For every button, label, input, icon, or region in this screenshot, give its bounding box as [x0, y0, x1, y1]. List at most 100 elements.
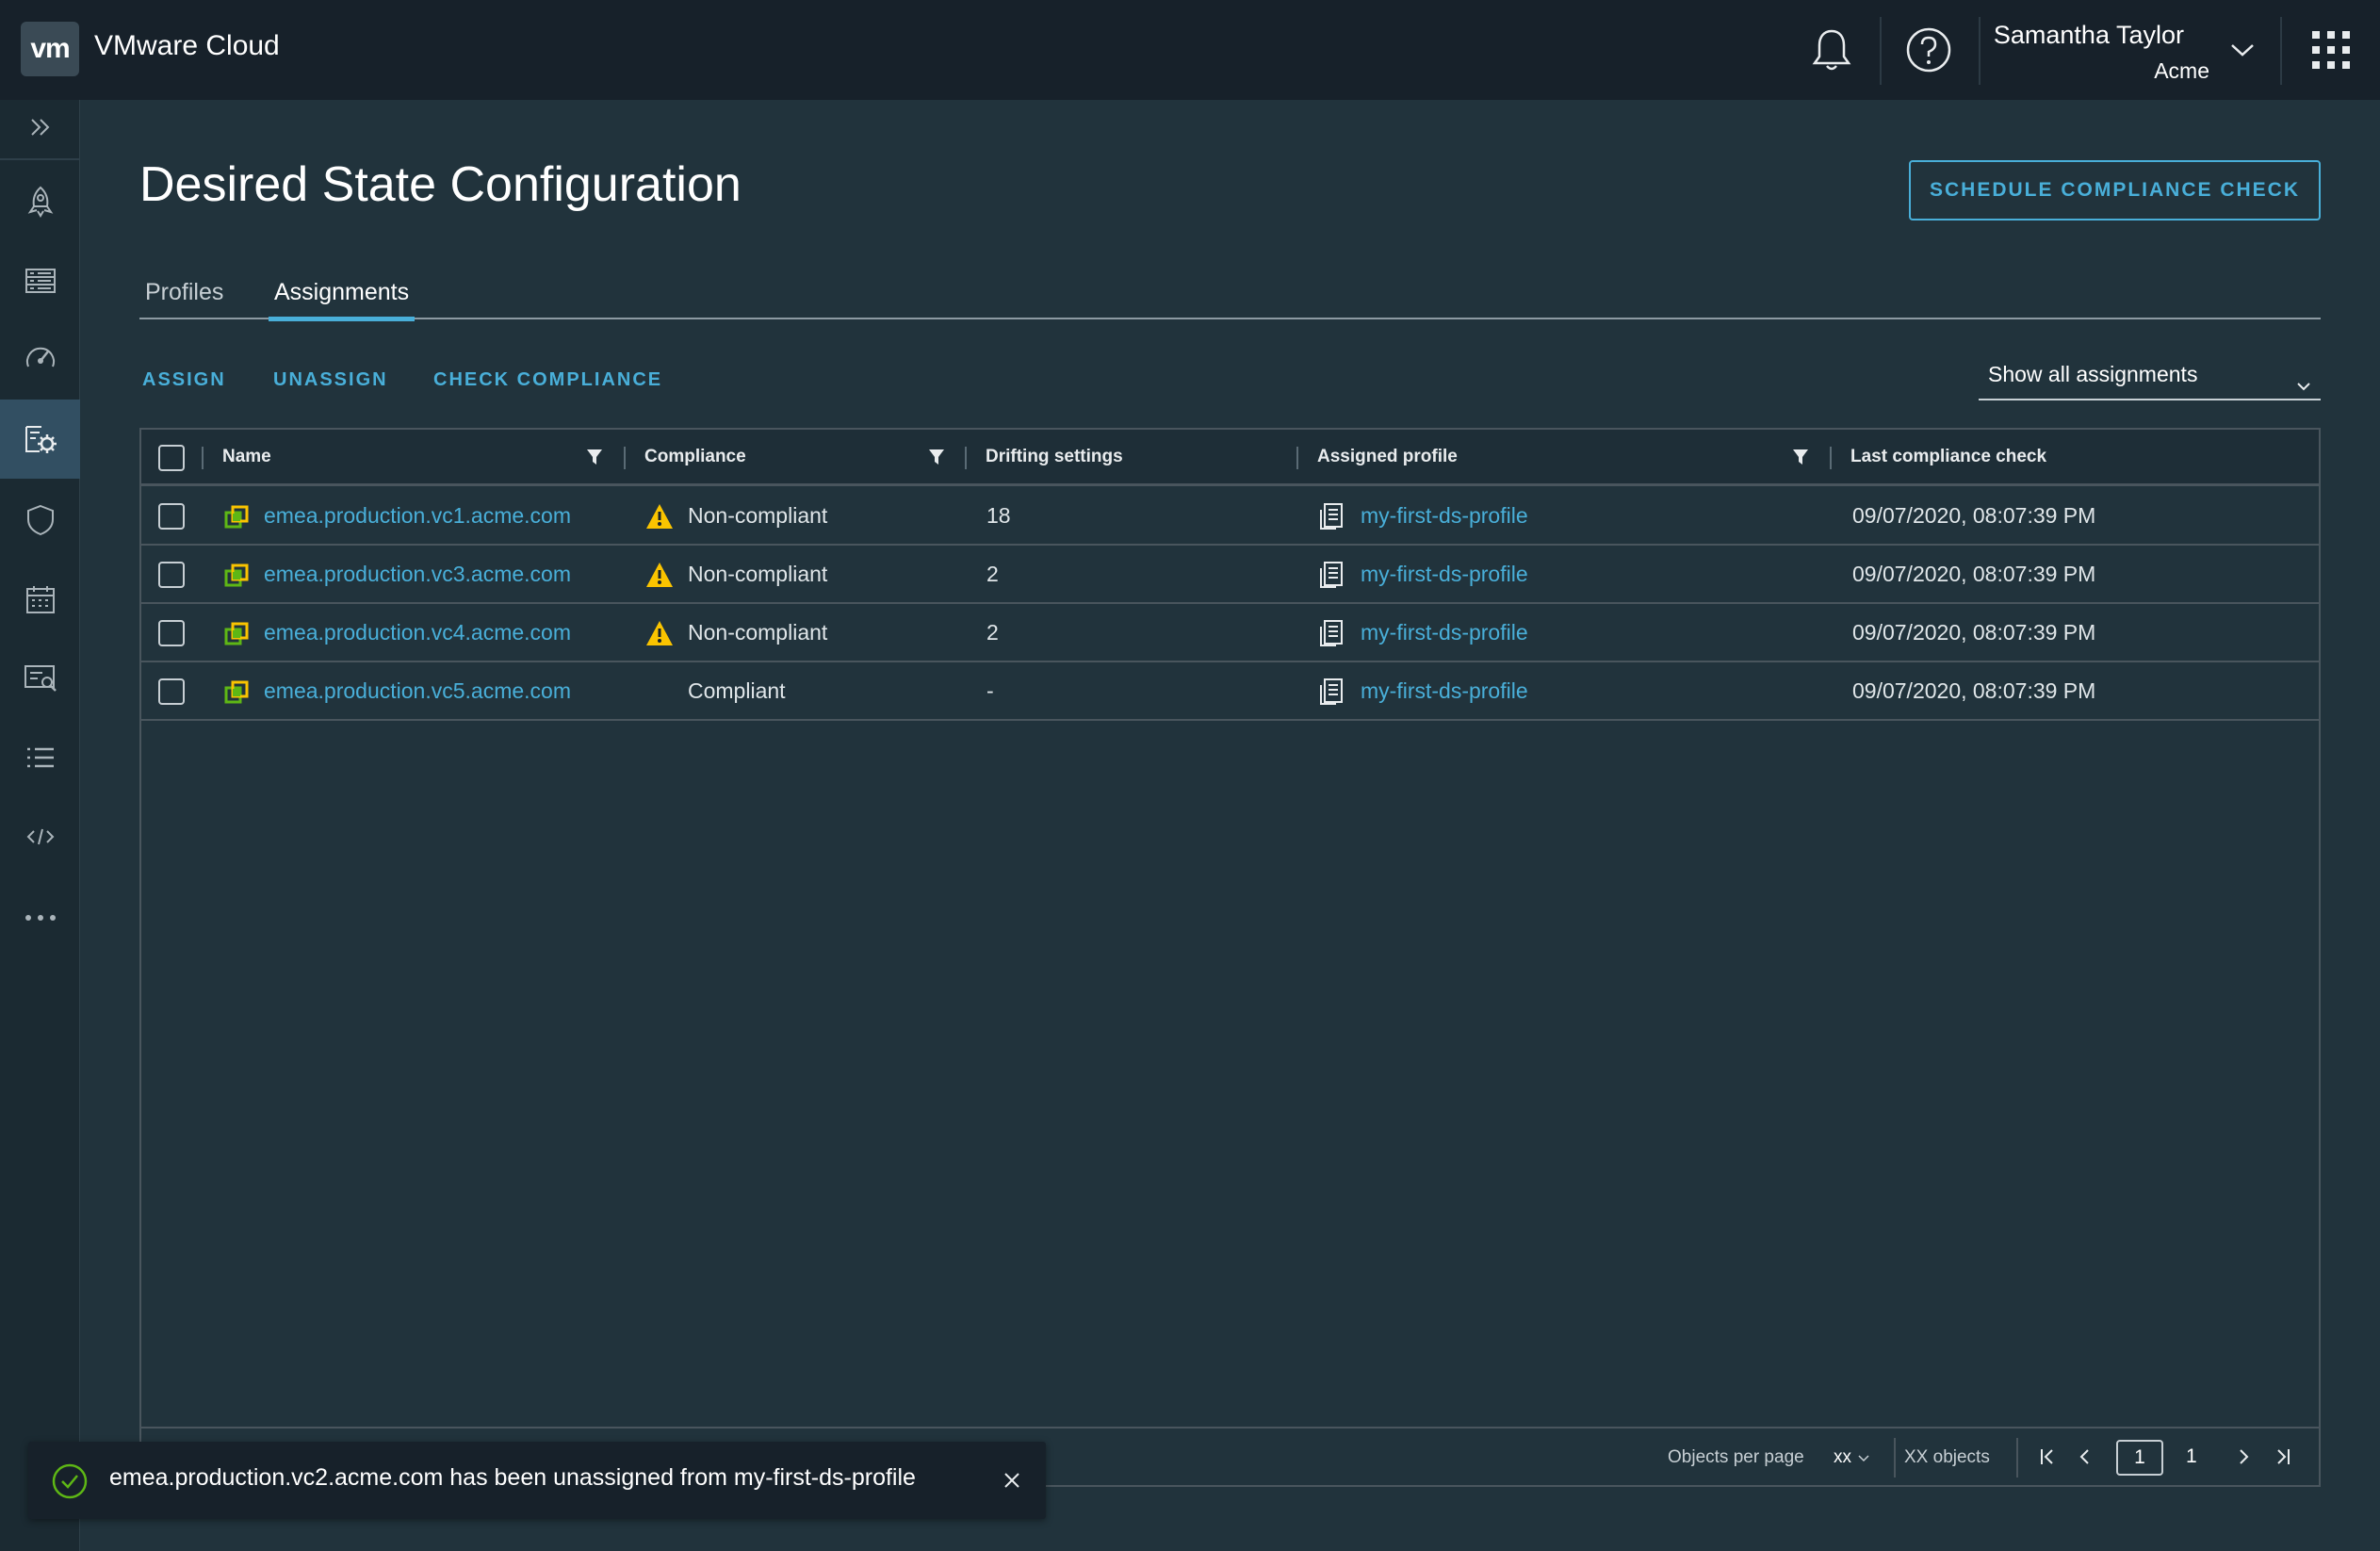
table-row[interactable]: emea.production.vc3.acme.com Non-complia…	[141, 546, 2319, 604]
total-pages: 1	[2186, 1445, 2197, 1467]
profile-document-icon	[1319, 619, 1345, 652]
assign-button[interactable]: ASSIGN	[142, 369, 226, 391]
objects-per-page-select[interactable]: xx	[1834, 1447, 1869, 1468]
app-grid-icon[interactable]	[2306, 24, 2356, 75]
tab-profiles[interactable]: Profiles	[139, 279, 229, 319]
column-header-compliance[interactable]: Compliance	[644, 447, 746, 467]
user-org: Acme	[2154, 58, 2209, 83]
column-separator	[965, 447, 967, 469]
footer-divider	[1894, 1438, 1896, 1478]
vcenter-icon	[224, 622, 249, 651]
toast-message: emea.production.vc2.acme.com has been un…	[109, 1464, 916, 1491]
last-check-time: 09/07/2020, 08:07:39 PM	[1852, 678, 2096, 703]
close-icon[interactable]	[1003, 1471, 1021, 1494]
first-page-icon[interactable]	[2039, 1447, 2056, 1471]
top-header: vm VMware Cloud Samantha Taylor Acme	[0, 0, 2380, 100]
header-divider	[1880, 17, 1882, 85]
table-row[interactable]: emea.production.vc5.acme.com Compliant -…	[141, 662, 2319, 721]
profile-document-icon	[1319, 561, 1345, 594]
vcenter-name-link[interactable]: emea.production.vc4.acme.com	[264, 620, 571, 645]
sidebar	[0, 100, 80, 1551]
inventory-list-icon[interactable]	[0, 241, 80, 320]
shield-icon[interactable]	[0, 481, 80, 560]
vcenter-icon	[224, 563, 249, 593]
last-check-time: 09/07/2020, 08:07:39 PM	[1852, 562, 2096, 586]
chevron-down-icon[interactable]	[2217, 24, 2268, 75]
profile-link[interactable]: my-first-ds-profile	[1361, 620, 1528, 645]
profile-filter-icon[interactable]	[1792, 449, 1809, 470]
code-icon[interactable]	[0, 797, 80, 876]
current-page-input[interactable]: 1	[2116, 1440, 2163, 1476]
profile-document-icon	[1319, 678, 1345, 710]
column-separator	[1296, 447, 1298, 469]
column-header-last-check[interactable]: Last compliance check	[1850, 447, 2046, 467]
drifting-count: -	[986, 678, 994, 703]
next-page-icon[interactable]	[2237, 1447, 2250, 1471]
table-row[interactable]: emea.production.vc4.acme.com Non-complia…	[141, 604, 2319, 662]
row-checkbox[interactable]	[158, 678, 185, 705]
footer-divider	[2016, 1438, 2018, 1478]
row-checkbox[interactable]	[158, 503, 185, 530]
calendar-icon[interactable]	[0, 560, 80, 639]
bell-icon[interactable]	[1806, 24, 1857, 75]
compliance-status: Non-compliant	[688, 620, 828, 645]
compliance-status: Compliant	[688, 678, 786, 703]
profile-link[interactable]: my-first-ds-profile	[1361, 678, 1528, 704]
assignments-filter-select[interactable]: Show all assignments	[1979, 356, 2321, 400]
assignments-datagrid: Name Compliance Drifting settings Assign…	[139, 428, 2321, 1487]
datagrid-header: Name Compliance Drifting settings Assign…	[141, 430, 2319, 486]
select-all-checkbox[interactable]	[158, 445, 185, 471]
row-checkbox[interactable]	[158, 562, 185, 588]
column-header-profile[interactable]: Assigned profile	[1317, 447, 1458, 467]
objects-per-page-value: xx	[1834, 1447, 1851, 1467]
drifting-count: 18	[986, 503, 1011, 528]
list-icon[interactable]	[0, 718, 80, 797]
name-filter-icon[interactable]	[586, 449, 603, 470]
check-compliance-button[interactable]: CHECK COMPLIANCE	[433, 369, 662, 391]
column-separator	[624, 447, 626, 469]
tab-bar: Profiles Assignments	[139, 279, 2321, 321]
expand-sidebar-icon[interactable]	[0, 96, 80, 158]
vmware-logo[interactable]: vm	[21, 22, 79, 76]
drifting-count: 2	[986, 562, 999, 586]
compliance-status: Non-compliant	[688, 562, 828, 586]
rocket-icon[interactable]	[0, 162, 80, 241]
configuration-icon[interactable]	[0, 400, 80, 479]
user-name[interactable]: Samantha Taylor	[1994, 21, 2184, 50]
help-icon[interactable]	[1903, 24, 1954, 75]
objects-count: XX objects	[1904, 1447, 1990, 1467]
schedule-compliance-check-button[interactable]: SCHEDULE COMPLIANCE CHECK	[1909, 160, 2321, 220]
table-row[interactable]: emea.production.vc1.acme.com Non-complia…	[141, 487, 2319, 546]
column-separator	[202, 447, 204, 469]
row-checkbox[interactable]	[158, 620, 185, 646]
compliance-status: Non-compliant	[688, 503, 828, 528]
dashboard-gauge-icon[interactable]	[0, 317, 80, 396]
column-separator	[1830, 447, 1832, 469]
profile-document-icon	[1319, 502, 1345, 535]
warning-icon	[644, 561, 675, 594]
search-report-icon[interactable]	[0, 639, 80, 718]
app-title[interactable]: VMware Cloud	[94, 30, 280, 62]
success-toast: emea.production.vc2.acme.com has been un…	[28, 1442, 1046, 1519]
sidebar-divider	[0, 158, 80, 160]
last-page-icon[interactable]	[2274, 1447, 2291, 1471]
vcenter-name-link[interactable]: emea.production.vc5.acme.com	[264, 678, 571, 704]
vcenter-name-link[interactable]: emea.production.vc3.acme.com	[264, 562, 571, 587]
header-divider	[2280, 17, 2282, 85]
tab-assignments[interactable]: Assignments	[269, 279, 416, 321]
more-icon[interactable]	[0, 878, 80, 957]
column-header-name[interactable]: Name	[222, 447, 271, 467]
chevron-down-icon	[2296, 371, 2311, 397]
header-divider	[1979, 17, 1981, 85]
last-check-time: 09/07/2020, 08:07:39 PM	[1852, 503, 2096, 528]
profile-link[interactable]: my-first-ds-profile	[1361, 503, 1528, 529]
column-header-drifting[interactable]: Drifting settings	[986, 447, 1123, 467]
vcenter-name-link[interactable]: emea.production.vc1.acme.com	[264, 503, 571, 529]
profile-link[interactable]: my-first-ds-profile	[1361, 562, 1528, 587]
assignments-filter-value: Show all assignments	[1988, 362, 2198, 386]
vcenter-icon	[224, 505, 249, 534]
last-check-time: 09/07/2020, 08:07:39 PM	[1852, 620, 2096, 645]
previous-page-icon[interactable]	[2078, 1447, 2092, 1471]
compliance-filter-icon[interactable]	[928, 449, 945, 470]
unassign-button[interactable]: UNASSIGN	[273, 369, 388, 391]
